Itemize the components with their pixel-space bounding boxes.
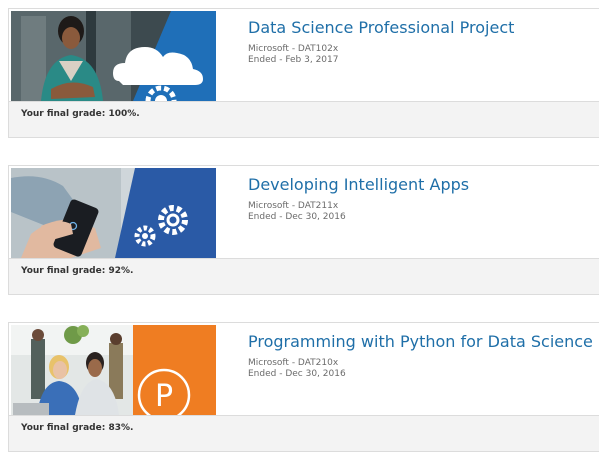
course-card: Data Science Professional Project Micros… xyxy=(8,8,599,138)
final-grade-bar: Your final grade: 92%. xyxy=(9,258,599,294)
course-provider: Microsoft - DAT211x xyxy=(248,201,339,211)
course-card-header: Developing Intelligent Apps Microsoft - … xyxy=(9,166,599,258)
final-grade-bar: Your final grade: 100%. xyxy=(9,101,599,137)
course-thumbnail[interactable]: P xyxy=(11,325,216,415)
course-provider: Microsoft - DAT102x xyxy=(248,44,339,54)
course-card-header: P Programming with Python for Data Scien… xyxy=(9,323,599,415)
course-provider: Microsoft - DAT210x xyxy=(248,358,339,368)
course-title-link[interactable]: Programming with Python for Data Science xyxy=(248,331,593,353)
course-info: Data Science Professional Project Micros… xyxy=(248,17,514,66)
svg-text:P: P xyxy=(155,379,173,414)
course-title-link[interactable]: Data Science Professional Project xyxy=(248,17,514,39)
course-end-date: Ended - Dec 30, 2016 xyxy=(248,212,346,222)
course-title-link[interactable]: Developing Intelligent Apps xyxy=(248,174,469,196)
course-end-date: Ended - Dec 30, 2016 xyxy=(248,369,346,379)
course-card: P Programming with Python for Data Scien… xyxy=(8,322,599,452)
course-card: Developing Intelligent Apps Microsoft - … xyxy=(8,165,599,295)
final-grade-text: Your final grade: 83%. xyxy=(21,423,134,433)
course-thumbnail[interactable] xyxy=(11,168,216,258)
final-grade-text: Your final grade: 92%. xyxy=(21,266,134,276)
course-end-date: Ended - Feb 3, 2017 xyxy=(248,55,339,65)
course-thumbnail[interactable] xyxy=(11,11,216,101)
final-grade-bar: Your final grade: 83%. xyxy=(9,415,599,451)
final-grade-text: Your final grade: 100%. xyxy=(21,109,140,119)
course-info: Developing Intelligent Apps Microsoft - … xyxy=(248,174,469,223)
course-info: Programming with Python for Data Science… xyxy=(248,331,593,380)
course-card-header: Data Science Professional Project Micros… xyxy=(9,9,599,101)
